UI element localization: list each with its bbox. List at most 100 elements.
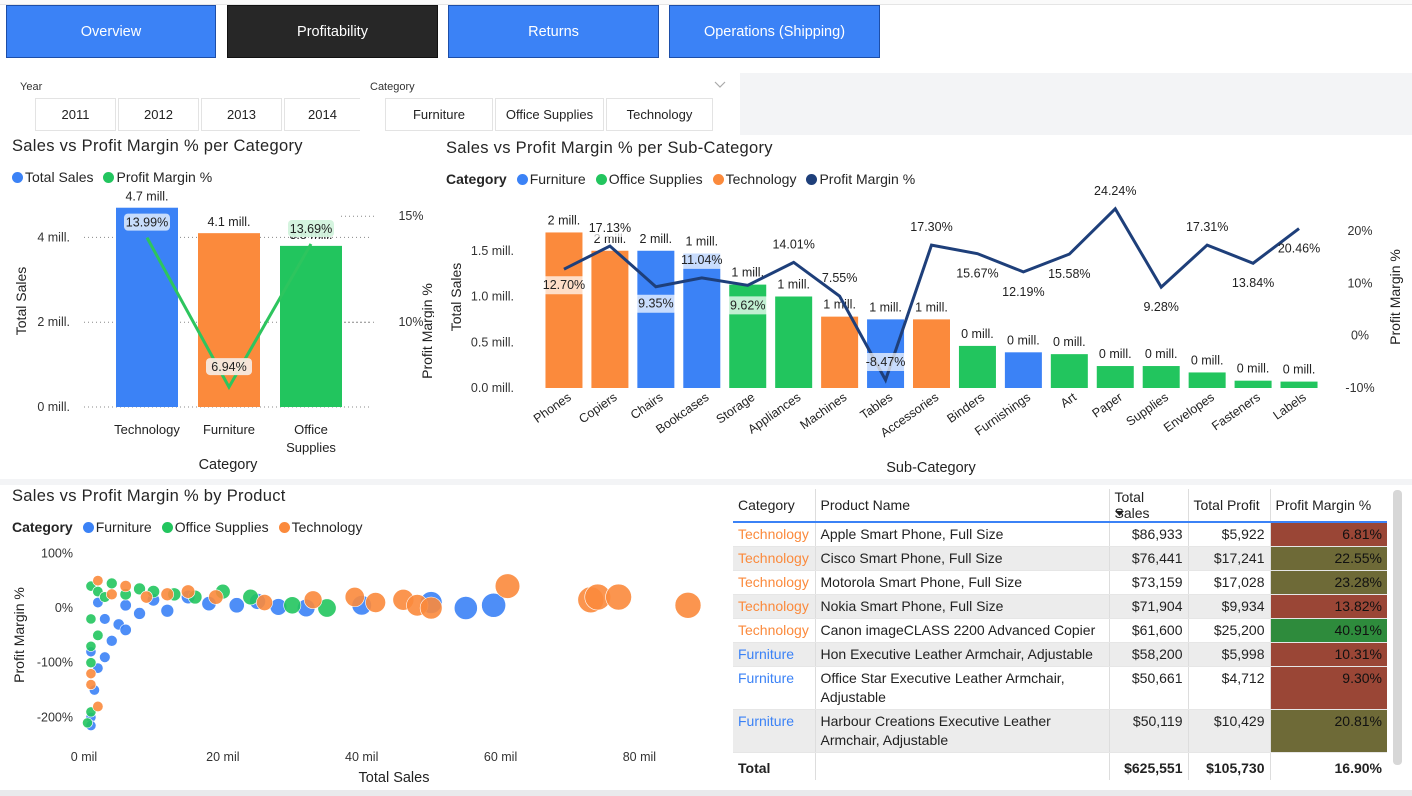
y2-tick-label: -10% bbox=[1345, 381, 1374, 395]
x-tick-label-line: Technology bbox=[114, 422, 180, 437]
y-tick-label: 2 mill. bbox=[37, 315, 70, 329]
table-row[interactable]: Technology Apple Smart Phone, Full Size $8… bbox=[733, 522, 1387, 547]
chevron-down-icon[interactable] bbox=[714, 81, 726, 89]
margin-label-technology: 13.99% bbox=[126, 216, 168, 230]
table-total-sales: $625,551 bbox=[1109, 752, 1189, 780]
x-tick-label-office-supplies: Office Supplies bbox=[286, 422, 336, 455]
table-cell-product-name: Nokia Smart Phone, Full Size bbox=[815, 594, 1110, 619]
margin-label-office-supplies: 13.69% bbox=[290, 222, 332, 236]
table-cell-profit-margin: 6.81% bbox=[1270, 522, 1387, 547]
table-cell-product-name: Harbour Creations Executive Leather Armc… bbox=[815, 709, 1110, 753]
bar-label-technology: 4.7 mill. bbox=[125, 190, 168, 204]
table-row[interactable]: Furniture Hon Executive Leather Armchair,… bbox=[733, 642, 1387, 667]
bar-fasteners bbox=[1234, 380, 1272, 388]
column-header-profit-margin[interactable]: Profit Margin % bbox=[1270, 489, 1387, 523]
year-option-2012[interactable]: 2012 bbox=[118, 98, 199, 131]
table-cell-profit-margin: 23.28% bbox=[1270, 570, 1387, 595]
bar-label-binders: 0 mill. bbox=[961, 327, 994, 341]
bar-labels bbox=[1280, 381, 1318, 388]
point-furniture bbox=[99, 651, 111, 663]
table-cell-product-name: Office Star Executive Leather Armchair, … bbox=[815, 666, 1110, 710]
x-tick-label-paper: Paper bbox=[1090, 390, 1125, 421]
table-cell-total-profit: $17,241 bbox=[1188, 546, 1271, 571]
bar-furniture bbox=[198, 233, 260, 407]
column-header-total-sales[interactable]: Total Sales bbox=[1109, 489, 1189, 523]
point-office-supplies bbox=[85, 613, 97, 625]
bar-accessories bbox=[913, 319, 950, 388]
subcategory-chart-plot: 0.0 mill. 0.5 mill. 1.0 mill. 1.5 mill. -10%… bbox=[448, 184, 1403, 476]
column-header-category[interactable]: Category bbox=[733, 489, 816, 523]
bar-label-accessories: 1 mill. bbox=[915, 300, 948, 314]
bar-phones bbox=[545, 232, 583, 388]
x-tick-label: 80 mil bbox=[623, 750, 656, 764]
point-technology bbox=[92, 700, 104, 713]
table-cell-category: Technology bbox=[733, 618, 816, 643]
table-scrollbar[interactable] bbox=[1393, 490, 1402, 765]
y2-axis-label: Profit Margin % bbox=[1387, 249, 1403, 345]
table-row[interactable]: Technology Motorola Smart Phone, Full Siz… bbox=[733, 570, 1387, 595]
y-axis-label: Total Sales bbox=[448, 263, 464, 331]
point-technology bbox=[92, 575, 104, 587]
table-cell-total-profit: $4,712 bbox=[1188, 666, 1271, 710]
year-option-2011[interactable]: 2011 bbox=[35, 98, 116, 131]
column-header-product-name[interactable]: Product Name bbox=[815, 489, 1110, 523]
table-row[interactable]: Technology Nokia Smart Phone, Full Size $7… bbox=[733, 594, 1387, 619]
x-axis-label: Total Sales bbox=[359, 770, 430, 786]
table-cell-profit-margin: 20.81% bbox=[1270, 709, 1387, 753]
table-row[interactable]: Furniture Harbour Creations Executive Lea… bbox=[733, 709, 1387, 753]
table-cell-profit-margin: 9.30% bbox=[1270, 666, 1387, 710]
point-technology bbox=[674, 591, 702, 619]
bar-copiers bbox=[591, 250, 629, 388]
margin-label-tables: -8.47% bbox=[866, 355, 906, 369]
table-total-row: Total $625,551 $105,730 16.90% bbox=[733, 752, 1387, 780]
table-row[interactable]: Technology Cisco Smart Phone, Full Size $7… bbox=[733, 546, 1387, 571]
y2-tick-label: 0% bbox=[1351, 329, 1369, 343]
x-tick-label-envelopes: Envelopes bbox=[1161, 390, 1217, 435]
x-tick-label-furniture: Furniture bbox=[203, 422, 255, 437]
category-option-technology[interactable]: Technology bbox=[606, 98, 713, 131]
category-slicer: Category Furniture Office Supplies Techn… bbox=[362, 73, 740, 133]
bar-label-storage: 1 mill. bbox=[731, 266, 764, 280]
tab-returns[interactable]: Returns bbox=[448, 5, 659, 58]
point-technology bbox=[85, 679, 97, 691]
bar-furnishings bbox=[1004, 352, 1042, 388]
category-option-furniture[interactable]: Furniture bbox=[385, 98, 493, 131]
point-furniture bbox=[228, 597, 245, 614]
margin-label-chairs: 9.35% bbox=[638, 297, 673, 311]
margin-label-supplies: 9.28% bbox=[1143, 300, 1178, 314]
top-products-table: Category Product Name Total Sales Total … bbox=[733, 489, 1387, 780]
table-cell-profit-margin: 40.91% bbox=[1270, 618, 1387, 643]
background-band bbox=[740, 73, 1412, 135]
y-tick-label: -100% bbox=[37, 656, 73, 670]
x-tick-label-line: Office bbox=[294, 422, 328, 437]
tab-operations-shipping[interactable]: Operations (Shipping) bbox=[669, 5, 880, 58]
table-cell-product-name: Motorola Smart Phone, Full Size bbox=[815, 570, 1110, 595]
point-technology bbox=[256, 594, 273, 611]
table-cell-category: Furniture bbox=[733, 709, 816, 753]
table-cell-category: Technology bbox=[733, 594, 816, 619]
year-option-2013[interactable]: 2013 bbox=[201, 98, 282, 131]
bar-bookcases bbox=[683, 253, 721, 388]
table-cell-total-sales: $86,933 bbox=[1109, 522, 1189, 547]
margin-label-art: 15.58% bbox=[1048, 267, 1090, 281]
bar-label-chairs: 2 mill. bbox=[640, 232, 673, 246]
table-cell-product-name: Canon imageCLASS 2200 Advanced Copier bbox=[815, 618, 1110, 643]
table-header-row: Category Product Name Total Sales Total … bbox=[733, 489, 1387, 523]
point-technology bbox=[160, 587, 175, 602]
year-slicer-title: Year bbox=[20, 81, 43, 93]
table-row[interactable]: Technology Canon imageCLASS 2200 Advanced… bbox=[733, 618, 1387, 643]
category-option-office-supplies[interactable]: Office Supplies bbox=[495, 98, 604, 131]
point-office-supplies bbox=[82, 717, 93, 729]
tab-overview[interactable]: Overview bbox=[6, 5, 216, 58]
table-cell-total-profit: $10,429 bbox=[1188, 709, 1271, 753]
table-cell-total-sales: $73,159 bbox=[1109, 570, 1189, 595]
column-header-total-profit[interactable]: Total Profit bbox=[1188, 489, 1271, 523]
year-option-2014[interactable]: 2014 bbox=[284, 98, 360, 131]
x-tick-label-copiers: Copiers bbox=[576, 390, 619, 426]
tab-profitability[interactable]: Profitability bbox=[227, 5, 438, 58]
table-row[interactable]: Furniture Office Star Executive Leather A… bbox=[733, 666, 1387, 710]
report-page: Overview Profitability Returns Operation… bbox=[0, 0, 1412, 796]
x-tick-label: 0 mil bbox=[71, 750, 97, 764]
point-furniture bbox=[133, 607, 146, 620]
point-furniture bbox=[105, 635, 118, 647]
